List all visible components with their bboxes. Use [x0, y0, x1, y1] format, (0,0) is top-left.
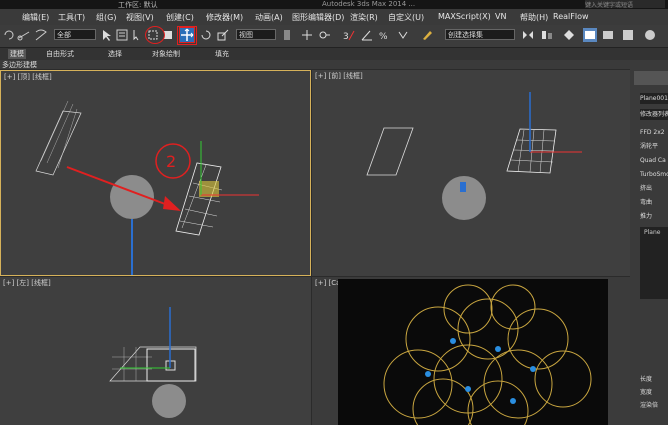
parameter-label: 宽度: [640, 389, 653, 396]
command-panel: Plane001 修改器列表 FFD 2x2 涡轮平 Quad Ca Turbo…: [630, 69, 668, 425]
select-by-name-icon[interactable]: [115, 28, 129, 42]
viewport-left[interactable]: [+] [左] [线框]: [0, 277, 311, 425]
reference-coordinate-dropdown[interactable]: 视图: [236, 29, 276, 40]
stack-item[interactable]: Plane: [644, 229, 660, 236]
modifier-button[interactable]: 推力: [640, 211, 668, 222]
object-name-field[interactable]: Plane001: [640, 93, 668, 104]
viewport-camera[interactable]: [+] [Camera001] [明暗处理]: [312, 277, 630, 425]
tab-selection[interactable]: 选择: [108, 49, 122, 59]
menu-realflow[interactable]: RealFlow: [553, 12, 589, 21]
command-panel-tabs[interactable]: [634, 71, 668, 85]
svg-text:3: 3: [343, 32, 349, 42]
tab-freeform[interactable]: 自由形式: [46, 49, 74, 59]
tab-populate[interactable]: 填充: [215, 49, 229, 59]
selection-filter-dropdown[interactable]: 全部: [54, 29, 96, 40]
step-number-annotation: 2: [166, 152, 176, 171]
ribbon-tabs: 建模 自由形式 选择 对象绘制 填充: [0, 48, 668, 60]
align-icon[interactable]: [540, 28, 554, 42]
viewport-left-scene: [109, 307, 197, 418]
menu-tools[interactable]: 工具(T): [58, 12, 85, 23]
select-cursor-icon[interactable]: [130, 28, 144, 42]
undo-icon[interactable]: [2, 28, 16, 42]
pivot-center-icon[interactable]: [281, 28, 295, 42]
highlight-circle: [145, 26, 165, 44]
highlight-box: [177, 26, 197, 45]
tab-modeling[interactable]: 建模: [8, 49, 26, 59]
material-editor-icon[interactable]: [643, 28, 657, 42]
modifier-list-dropdown[interactable]: 修改器列表: [640, 109, 668, 120]
link-icon[interactable]: [17, 28, 31, 42]
modifier-button[interactable]: TurboSmo: [640, 169, 668, 180]
snaps-toggle-icon[interactable]: 3: [342, 28, 356, 42]
viewport-top-scene: 2: [35, 100, 259, 275]
ribbon-panel: 多边形建模: [0, 60, 668, 69]
layer-manager-icon[interactable]: [562, 28, 576, 42]
tab-object-paint[interactable]: 对象绘制: [152, 49, 180, 59]
menu-animation[interactable]: 动画(A): [255, 12, 283, 23]
keyboard-shortcut-icon[interactable]: [318, 28, 332, 42]
ribbon-panel-title: 多边形建模: [2, 61, 37, 69]
manipulate-icon[interactable]: [300, 28, 314, 42]
menu-edit[interactable]: 编辑(E): [22, 12, 49, 23]
mirror-icon[interactable]: [521, 28, 535, 42]
menu-create[interactable]: 创建(C): [166, 12, 194, 23]
graphite-toggle-icon[interactable]: [583, 28, 597, 42]
bind-spacewarp-icon[interactable]: [34, 28, 48, 42]
viewport-top[interactable]: [+] [顶] [线框] 2: [0, 70, 311, 276]
named-selection-dropdown[interactable]: 创建选择集: [445, 29, 515, 40]
viewport-label[interactable]: [+] [左] [线框]: [3, 278, 51, 288]
menu-graph-editors[interactable]: 图形编辑器(D): [292, 12, 344, 23]
menu-help[interactable]: 帮助(H): [520, 12, 548, 23]
percent-snap-icon[interactable]: %: [378, 28, 392, 42]
safe-frame: [338, 279, 608, 425]
modifier-button[interactable]: FFD 2x2: [640, 127, 668, 138]
parameter-label: 渲染倍: [640, 402, 659, 409]
menu-customize[interactable]: 自定义(U): [388, 12, 424, 23]
menu-maxscript[interactable]: MAXScript(X): [438, 12, 491, 21]
viewport-label[interactable]: [+] [前] [线框]: [315, 71, 363, 81]
menu-group[interactable]: 组(G): [96, 12, 116, 23]
menu-modifiers[interactable]: 修改器(M): [206, 12, 243, 23]
viewport-front-scene: [366, 92, 582, 220]
rotate-icon[interactable]: [199, 28, 213, 42]
parameter-label: 长度: [640, 376, 653, 383]
menu-vn[interactable]: VN: [495, 12, 506, 21]
menu-rendering[interactable]: 渲染(R): [350, 12, 378, 23]
modifier-button[interactable]: Quad Ca: [640, 155, 668, 166]
curve-editor-icon[interactable]: [601, 28, 615, 42]
svg-text:%: %: [379, 32, 388, 42]
search-input[interactable]: 键入关键字或短语: [585, 0, 665, 9]
viewport-label[interactable]: [+] [顶] [线框]: [4, 72, 52, 82]
modifier-stack[interactable]: Plane: [640, 227, 668, 299]
viewport-front[interactable]: [+] [前] [线框]: [312, 70, 630, 276]
select-object-icon[interactable]: [100, 28, 114, 42]
angle-snap-icon[interactable]: [360, 28, 374, 42]
menu-views[interactable]: 视图(V): [126, 12, 154, 23]
camera-scene: [383, 284, 592, 425]
main-toolbar: 全部 视图 3 % 创建选择集: [0, 25, 668, 48]
menu-bar: 编辑(E) 工具(T) 组(G) 视图(V) 创建(C) 修改器(M) 动画(A…: [0, 9, 668, 25]
schematic-view-icon[interactable]: [621, 28, 635, 42]
spinner-snap-icon[interactable]: [396, 28, 410, 42]
modifier-button[interactable]: 涡轮平: [640, 141, 668, 152]
modifier-button[interactable]: 弯曲: [640, 197, 668, 208]
title-bar: 工作区: 默认 Autodesk 3ds Max 2014 ... 键入关键字或…: [0, 0, 668, 9]
window-title: Autodesk 3ds Max 2014 ...: [322, 0, 416, 8]
scale-icon[interactable]: [216, 28, 230, 42]
modifier-button[interactable]: 挤出: [640, 183, 668, 194]
edit-named-selection-icon[interactable]: [420, 28, 434, 42]
